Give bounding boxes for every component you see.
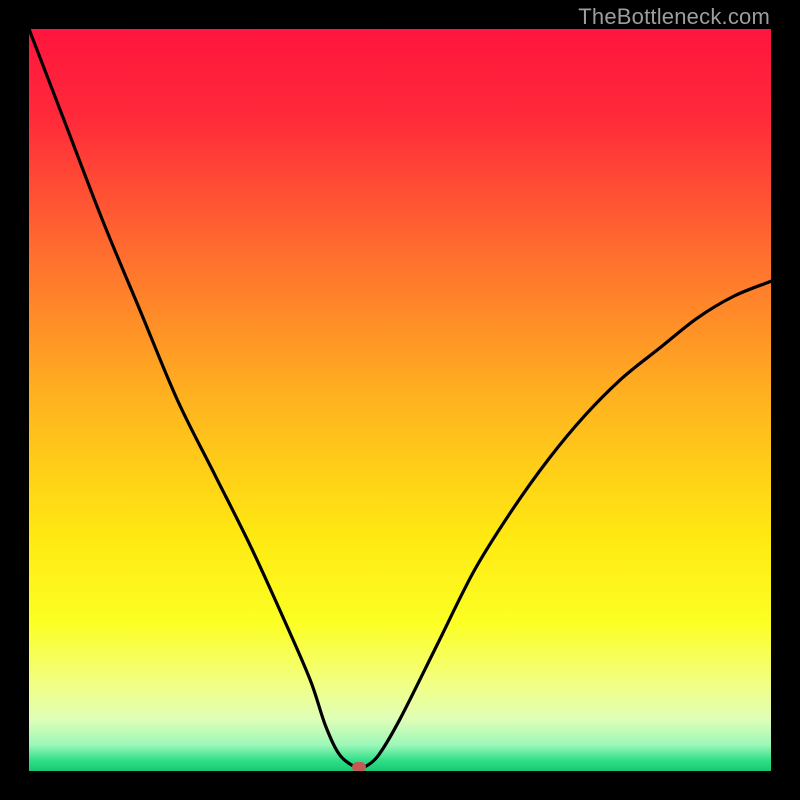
minimum-marker: [352, 762, 366, 771]
plot-area: [29, 29, 771, 771]
bottleneck-curve: [29, 29, 771, 771]
chart-frame: TheBottleneck.com: [0, 0, 800, 800]
watermark-text: TheBottleneck.com: [578, 4, 770, 30]
